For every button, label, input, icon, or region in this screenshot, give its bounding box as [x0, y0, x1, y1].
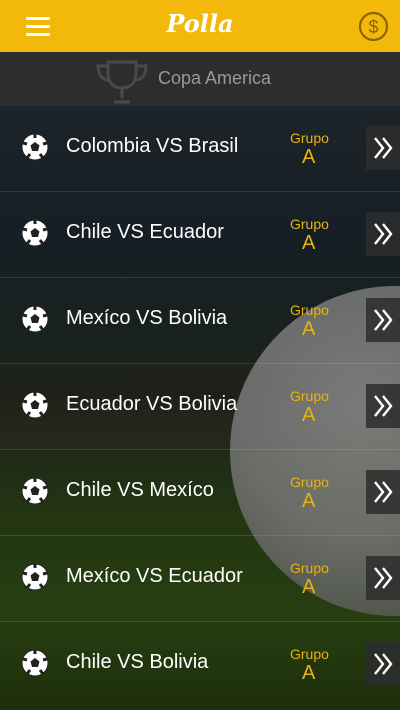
soccer-ball-icon: [21, 219, 49, 247]
double-chevron-right-icon: [374, 223, 393, 245]
group-label: Grupo: [290, 646, 329, 662]
double-chevron-right-icon: [374, 481, 393, 503]
match-name: Chile VS Ecuador: [66, 221, 224, 243]
open-match-button[interactable]: [366, 384, 400, 428]
double-chevron-right-icon: [374, 653, 393, 675]
match-name: Mexíco VS Ecuador: [66, 565, 243, 587]
svg-text:$: $: [368, 17, 378, 37]
group-label: Grupo: [290, 130, 329, 146]
soccer-ball-icon: [21, 391, 49, 419]
match-name: Ecuador VS Bolivia: [66, 393, 238, 415]
soccer-ball-icon: [21, 305, 49, 333]
tournament-title: Copa America: [158, 68, 272, 88]
open-match-button[interactable]: [366, 212, 400, 256]
open-match-button[interactable]: [366, 298, 400, 342]
group-label: Grupo: [290, 560, 329, 576]
group-value: A: [302, 662, 316, 684]
open-match-button[interactable]: [366, 470, 400, 514]
dollar-coin-icon[interactable]: $: [358, 11, 389, 42]
trophy-icon: [96, 60, 148, 104]
match-row[interactable]: Ecuador VS Bolivia Grupo A: [0, 364, 400, 450]
double-chevron-right-icon: [374, 395, 393, 417]
open-match-button[interactable]: [366, 126, 400, 170]
match-row[interactable]: Chile VS Mexíco Grupo A: [0, 450, 400, 536]
match-row[interactable]: Chile VS Bolivia Grupo A: [0, 622, 400, 708]
group-label: Grupo: [290, 388, 329, 404]
match-name: Mexíco VS Bolivia: [66, 307, 228, 329]
open-match-button[interactable]: [366, 642, 400, 686]
soccer-ball-icon: [21, 649, 49, 677]
group-label: Grupo: [290, 302, 329, 318]
soccer-ball-icon: [21, 477, 49, 505]
group-value: A: [302, 576, 316, 598]
group-label: Grupo: [290, 474, 329, 490]
double-chevron-right-icon: [374, 309, 393, 331]
soccer-ball-icon: [21, 563, 49, 591]
match-row[interactable]: Chile VS Ecuador Grupo A: [0, 192, 400, 278]
group-value: A: [302, 232, 316, 254]
match-name: Chile VS Bolivia: [66, 651, 209, 673]
soccer-ball-icon: [21, 133, 49, 161]
group-value: A: [302, 404, 316, 426]
match-name: Colombia VS Brasil: [66, 135, 239, 157]
match-row[interactable]: Mexíco VS Ecuador Grupo A: [0, 536, 400, 622]
match-name: Chile VS Mexíco: [66, 479, 214, 501]
open-match-button[interactable]: [366, 556, 400, 600]
group-label: Grupo: [290, 216, 329, 232]
match-row[interactable]: Colombia VS Brasil Grupo A: [0, 106, 400, 192]
app-title: Polla: [166, 9, 234, 38]
group-value: A: [302, 318, 316, 340]
group-value: A: [302, 146, 316, 168]
top-app-bar: Polla $: [0, 0, 400, 52]
double-chevron-right-icon: [374, 137, 393, 159]
group-value: A: [302, 490, 316, 512]
match-row[interactable]: Mexíco VS Bolivia Grupo A: [0, 278, 400, 364]
double-chevron-right-icon: [374, 567, 393, 589]
match-list: Colombia VS Brasil Grupo A Chile VS Ecua…: [0, 106, 400, 710]
